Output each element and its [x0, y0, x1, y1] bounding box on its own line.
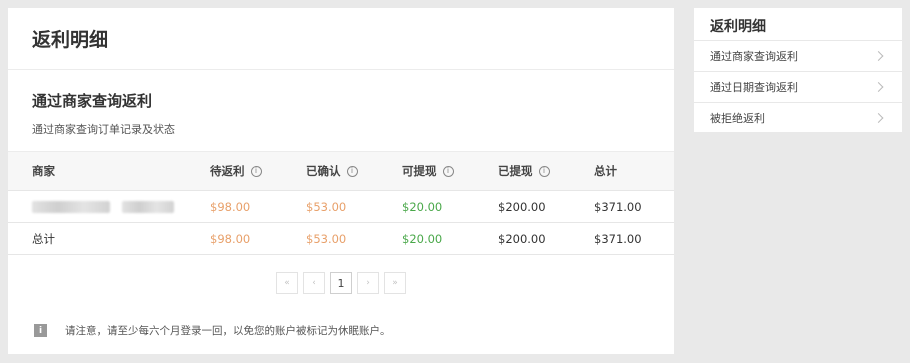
total-confirmed: $53.00	[306, 231, 347, 246]
next-page-button[interactable]: ›	[357, 272, 379, 294]
blur-block	[32, 200, 110, 213]
table-row[interactable]: $98.00 $53.00 $20.00 $200.00 $371.00	[8, 191, 674, 223]
sidebar-item-rejected[interactable]: 被拒绝返利	[694, 102, 902, 133]
header-label: 商家	[32, 164, 55, 178]
header-pending: 待返利 i	[210, 152, 262, 190]
blurred-merchant-placeholder	[32, 200, 174, 213]
section-header: 通过商家查询返利 通过商家查询订单记录及状态	[8, 70, 674, 137]
sidebar-item-by-merchant[interactable]: 通过商家查询返利	[694, 40, 902, 71]
header-total: 总计	[594, 152, 617, 190]
total-pending: $98.00	[210, 231, 251, 246]
cell-total: $371.00	[594, 199, 642, 214]
table-header-row: 商家 待返利 i 已确认 i 可提现 i 已提现 i 总计	[8, 151, 674, 191]
total-total: $371.00	[594, 231, 642, 246]
page-title: 返利明细	[32, 29, 109, 51]
panel-header: 返利明细	[8, 8, 674, 70]
cell-withdrawable: $20.00	[402, 199, 443, 214]
sidebar-item-by-date[interactable]: 通过日期查询返利	[694, 71, 902, 102]
header-merchant: 商家	[32, 152, 55, 190]
cell-withdrawn: $200.00	[498, 199, 546, 214]
blur-block	[122, 200, 174, 213]
info-circle-icon[interactable]: i	[538, 165, 550, 177]
cell-confirmed: $53.00	[306, 199, 347, 214]
first-page-button[interactable]: «	[276, 272, 298, 294]
current-page-button[interactable]: 1	[330, 272, 352, 294]
last-page-button[interactable]: »	[384, 272, 406, 294]
merchant-name-blurred[interactable]	[32, 191, 174, 222]
info-square-icon: i	[34, 324, 47, 337]
total-withdrawable: $20.00	[402, 231, 443, 246]
total-withdrawn: $200.00	[498, 231, 546, 246]
section-title: 通过商家查询返利	[32, 92, 153, 110]
table-total-row: 总计 $98.00 $53.00 $20.00 $200.00 $371.00	[8, 223, 674, 255]
header-withdrawn: 已提现 i	[498, 152, 550, 190]
chevron-right-icon	[873, 113, 884, 123]
sidebar-item-label: 通过商家查询返利	[710, 50, 798, 63]
prev-page-button[interactable]: ‹	[303, 272, 325, 294]
sidebar-title: 返利明细	[710, 19, 766, 35]
total-label: 总计	[32, 231, 55, 246]
header-label: 待返利	[210, 164, 245, 178]
header-withdrawable: 可提现 i	[402, 152, 454, 190]
header-confirmed: 已确认 i	[306, 152, 358, 190]
chevron-right-icon	[873, 51, 884, 61]
header-label: 总计	[594, 164, 617, 178]
sidebar: 返利明细 通过商家查询返利 通过日期查询返利 被拒绝返利	[694, 8, 902, 132]
sidebar-item-label: 被拒绝返利	[710, 112, 765, 125]
rebate-detail-panel: 返利明细 通过商家查询返利 通过商家查询订单记录及状态 商家 待返利 i 已确认 i…	[8, 8, 674, 354]
rebate-table: 商家 待返利 i 已确认 i 可提现 i 已提现 i 总计 $98.00 $53.00 …	[8, 151, 674, 255]
sidebar-item-label: 通过日期查询返利	[710, 81, 798, 94]
notice-text: 请注意，请至少每六个月登录一回，以免您的账户被标记为休眠账户。	[65, 325, 391, 337]
chevron-right-icon	[873, 82, 884, 92]
section-description: 通过商家查询订单记录及状态	[32, 123, 175, 136]
info-circle-icon[interactable]: i	[250, 165, 262, 177]
dormant-account-notice: i 请注意，请至少每六个月登录一回，以免您的账户被标记为休眠账户。	[34, 323, 391, 338]
cell-pending: $98.00	[210, 199, 251, 214]
header-label: 已确认	[306, 164, 341, 178]
header-label: 可提现	[402, 164, 437, 178]
info-circle-icon[interactable]: i	[442, 165, 454, 177]
pagination: « ‹ 1 › »	[276, 272, 406, 294]
header-label: 已提现	[498, 164, 533, 178]
info-circle-icon[interactable]: i	[346, 165, 358, 177]
